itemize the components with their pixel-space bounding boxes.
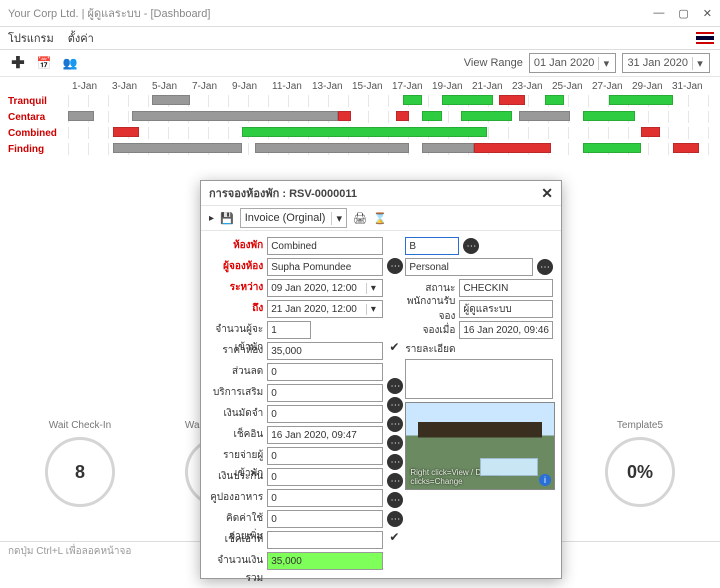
save-icon[interactable]: 💾 [220,212,234,225]
gauge-checkin: 8 [45,437,115,507]
label-to: ถึง [209,300,263,318]
extra-input[interactable]: 0 [267,510,383,528]
label-food: คูปองอาหาร [209,489,263,507]
dialog-title: การจองห้องพัก : RSV-0000011 [209,184,357,202]
guarantee-input[interactable]: 0 [267,468,383,486]
viewrange-label: View Range [464,57,523,69]
expand-icon[interactable]: ▸ [209,213,214,224]
calendar-icon[interactable]: 📅 [36,55,52,71]
row-finding[interactable]: Finding [8,144,68,155]
room-input[interactable]: Combined [267,237,383,255]
from-date-input[interactable]: 09 Jan 2020, 12:00▾ [267,279,383,297]
checkout-input[interactable] [267,531,383,549]
label-from: ระหว่าง [209,279,263,297]
track-finding[interactable] [68,143,712,155]
calendar-dropdown-icon[interactable]: ▾ [366,304,379,315]
label-details: รายละเอียด [405,342,553,356]
label-checkout: เช็คเอ๊าท์ [209,531,263,549]
deposit-input[interactable]: 0 [267,405,383,423]
label-addsvc: บริการเสริม [209,384,263,402]
chevron-down-icon[interactable]: ▾ [692,57,707,70]
food-more-button[interactable]: ⋯ [387,473,403,489]
gauge-template5: 0% [605,437,675,507]
track-combined[interactable] [68,127,712,139]
people-icon[interactable]: 👥 [62,55,78,71]
price-input[interactable]: 35,000 [267,342,383,360]
guarantee-more-button[interactable]: ⋯ [387,454,403,470]
to-date-input[interactable]: 21 Jan 2020, 12:00▾ [267,300,383,318]
status-input: CHECKIN [459,279,553,297]
gauge-label: Wait Check-In [49,420,111,431]
total-check-icon[interactable]: ✔ [387,530,401,544]
unit-more-button[interactable]: ⋯ [463,238,479,254]
booker-input[interactable]: Supha Pomundee [267,258,383,276]
guests-input[interactable]: 1 [267,321,311,339]
invoice-select[interactable]: Invoice (Orginal)▾ [240,208,347,228]
label-checkin: เช็คอิน [209,426,263,444]
label-staff: พนักงานรับจอง [405,294,455,324]
close-icon[interactable]: ✕ [703,7,712,20]
info-icon[interactable]: i [539,474,551,486]
addsvc-input[interactable]: 0 [267,384,383,402]
photo-hint: Right click=View / Double clicks=Change [410,468,536,486]
track-centara[interactable] [68,111,712,123]
row-combined[interactable]: Combined [8,128,68,139]
chevron-down-icon[interactable]: ▾ [598,57,613,70]
personal-input[interactable]: Personal [405,258,533,276]
flag-th-icon[interactable] [696,32,714,44]
label-price: ราคาห้อง [209,342,263,360]
checkin-more-button[interactable]: ⋯ [387,416,403,432]
room-photo[interactable]: Right click=View / Double clicks=Change … [405,402,555,490]
label-expense: รายจ่ายผู้เข้าพัก [209,447,263,465]
menu-program[interactable]: โปรแกรม [8,29,54,47]
minimize-icon[interactable]: — [653,7,664,20]
row-centara[interactable]: Centara [8,112,68,123]
chevron-down-icon[interactable]: ▾ [331,212,342,225]
checkout-more-button[interactable]: ⋯ [387,511,403,527]
label-guests: จำนวนผู้จะเข้าพัก [209,321,263,339]
hourglass-icon[interactable]: ⌛ [373,212,387,225]
date-to-picker[interactable]: 31 Jan 2020▾ [622,53,710,73]
dialog-close-icon[interactable]: ✕ [541,185,553,202]
staff-input: ผู้ดูแลระบบ [459,300,553,318]
label-total: จำนวนเงินรวม [209,552,263,570]
extra-more-button[interactable]: ⋯ [387,492,403,508]
label-booker: ผู้จองห้อง [209,258,263,276]
checkin-input[interactable]: 16 Jan 2020, 09:47 [267,426,383,444]
gauge-label: Template5 [617,420,663,431]
row-tranquil[interactable]: Tranquil [8,96,68,107]
label-deposit: เงินมัดจำ [209,405,263,423]
track-tranquil[interactable] [68,95,712,107]
add-icon[interactable]: ✚ [10,55,26,71]
addsvc-more-button[interactable]: ⋯ [387,378,403,394]
calendar-dropdown-icon[interactable]: ▾ [366,283,379,294]
reservation-dialog: การจองห้องพัก : RSV-0000011 ✕ ▸ 💾 Invoice… [200,180,562,579]
total-input: 35,000 [267,552,383,570]
discount-input[interactable]: 0 [267,363,383,381]
menu-settings[interactable]: ตั้งค่า [68,29,94,47]
label-bookedon: จองเมื่อ [405,323,455,338]
food-input[interactable]: 0 [267,489,383,507]
price-check-icon[interactable]: ✔ [387,340,401,354]
label-guarantee: เงินประกัน [209,468,263,486]
date-from-picker[interactable]: 01 Jan 2020▾ [529,53,617,73]
maximize-icon[interactable]: ▢ [678,7,688,20]
expense-input[interactable]: 0 [267,447,383,465]
booker-lookup-button[interactable]: ⋯ [387,258,403,274]
label-discount: ส่วนลด [209,363,263,381]
timeline-header: 1-Jan3-Jan5-Jan7-Jan 9-Jan11-Jan13-Jan15… [72,81,712,92]
expense-more-button[interactable]: ⋯ [387,435,403,451]
label-room: ห้องพัก [209,237,263,255]
label-extra: คิดค่าใช้จ่ายเพิ่ม [209,510,263,528]
personal-more-button[interactable]: ⋯ [537,259,553,275]
print-icon[interactable]: 🖨 [353,212,367,225]
deposit-more-button[interactable]: ⋯ [387,397,403,413]
details-textarea[interactable] [405,359,553,399]
window-title: Your Corp Ltd. | ผู้ดูแลระบบ - [Dashboar… [8,4,210,22]
bookedon-input: 16 Jan 2020, 09:46 [459,321,553,339]
unit-input[interactable]: B [405,237,459,255]
